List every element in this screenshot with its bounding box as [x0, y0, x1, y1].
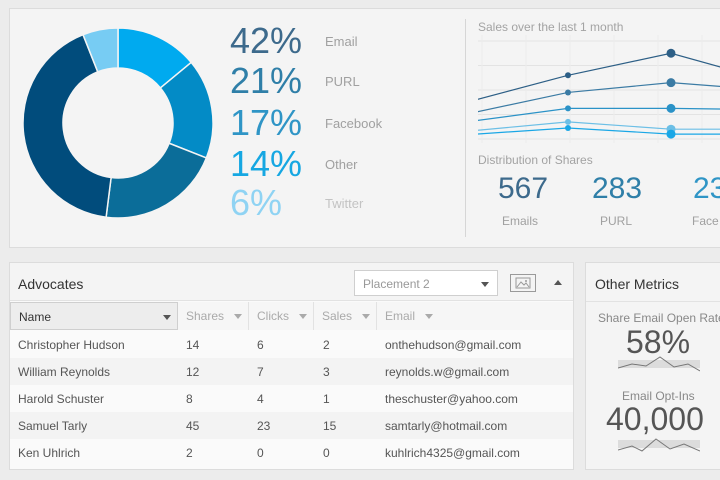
column-header-sales[interactable]: Sales — [314, 302, 377, 330]
cell-sales: 0 — [323, 446, 330, 460]
legend-percent: 6% — [230, 182, 283, 223]
cell-sales: 15 — [323, 419, 337, 433]
cell-sales: 1 — [323, 392, 330, 406]
distribution-title: Distribution of Shares — [478, 153, 593, 167]
column-header-clicks[interactable]: Clicks — [249, 302, 314, 330]
cell-email: theschuster@yahoo.com — [385, 392, 518, 406]
distribution-label: PURL — [600, 214, 633, 228]
table-row[interactable]: Samuel Tarly 45 23 15 samtarly@hotmail.c… — [10, 412, 573, 439]
series-line — [478, 52, 720, 100]
cell-name: Harold Schuster — [18, 392, 105, 406]
chevron-down-icon — [481, 282, 489, 287]
cell-shares: 2 — [186, 446, 193, 460]
column-header-label: Email — [385, 309, 416, 323]
table-row[interactable]: William Reynolds 12 7 3 reynolds.w@gmail… — [10, 358, 573, 385]
legend-percent: 21% — [230, 60, 303, 101]
chevron-down-icon — [234, 314, 242, 319]
cell-sales: 2 — [323, 338, 330, 352]
opt-ins-value: 40,000 — [606, 401, 704, 437]
cell-name: Ken Uhlrich — [18, 446, 81, 460]
cell-clicks: 4 — [257, 392, 264, 406]
series-line — [478, 82, 720, 113]
advocates-panel: Advocates Placement 2 Name Shares Clicks… — [9, 262, 574, 470]
sales-chart-title: Sales over the last 1 month — [478, 20, 624, 34]
cell-name: Christopher Hudson — [18, 338, 125, 352]
series-point[interactable] — [565, 124, 571, 131]
open-rate-value: 58% — [626, 324, 691, 360]
cell-clicks: 23 — [257, 419, 271, 433]
table-row[interactable]: Ken Uhlrich 2 0 0 kuhlrich4325@gmail.com — [10, 439, 573, 466]
panel-divider — [465, 19, 466, 237]
column-header-shares[interactable]: Shares — [178, 302, 249, 330]
advocates-header: Advocates Placement 2 — [10, 263, 573, 301]
column-header-email[interactable]: Email — [377, 302, 573, 330]
cell-shares: 12 — [186, 365, 200, 379]
column-header-label: Clicks — [257, 309, 289, 323]
cell-email: onthehudson@gmail.com — [385, 338, 522, 352]
image-icon — [515, 277, 531, 289]
other-metrics-title: Other Metrics — [595, 276, 680, 292]
cell-email: samtarly@hotmail.com — [385, 419, 508, 433]
series-point[interactable] — [565, 72, 571, 79]
divider — [586, 301, 720, 302]
series-point[interactable] — [666, 78, 676, 88]
series-point[interactable] — [666, 129, 676, 139]
collapse-icon[interactable] — [554, 280, 562, 285]
legend-label: Other — [325, 157, 358, 172]
donut-slice-purl — [105, 142, 208, 219]
chevron-down-icon — [163, 315, 171, 320]
cell-email: kuhlrich4325@gmail.com — [385, 446, 520, 460]
chevron-down-icon — [425, 314, 433, 319]
cell-name: William Reynolds — [18, 365, 111, 379]
cell-clicks: 6 — [257, 338, 264, 352]
legend-label: Email — [325, 34, 358, 49]
legend-percent: 42% — [230, 20, 303, 61]
distribution-value: 283 — [592, 172, 643, 205]
cell-sales: 3 — [323, 365, 330, 379]
distribution-value: 567 — [498, 172, 549, 205]
cell-name: Samuel Tarly — [18, 419, 88, 433]
other-metrics-panel: Other Metrics Share Email Open Rate 58% … — [585, 262, 720, 470]
column-header-label: Name — [19, 310, 52, 324]
distribution-label: Face — [692, 214, 719, 228]
shares-donut-chart — [22, 27, 214, 219]
distribution-value: 23 — [693, 172, 720, 205]
legend-percent: 17% — [230, 102, 303, 143]
series-point[interactable] — [666, 103, 676, 113]
distribution-label: Emails — [502, 214, 539, 228]
cell-shares: 14 — [186, 338, 200, 352]
cell-shares: 45 — [186, 419, 200, 433]
open-rate-label: Share Email Open Rate — [598, 311, 720, 325]
legend-label: Facebook — [325, 116, 383, 131]
chevron-down-icon — [362, 314, 370, 319]
opt-ins-sparkline — [618, 438, 700, 452]
cell-shares: 8 — [186, 392, 193, 406]
column-header-label: Sales — [322, 309, 353, 323]
advocates-title: Advocates — [18, 276, 84, 292]
legend-label: PURL — [325, 74, 360, 89]
legend-percent: 14% — [230, 143, 303, 184]
series-point[interactable] — [565, 89, 571, 96]
image-button[interactable] — [510, 274, 536, 292]
sales-line-chart — [478, 35, 720, 143]
cell-email: reynolds.w@gmail.com — [385, 365, 510, 379]
open-rate-sparkline — [618, 356, 700, 372]
table-row[interactable]: Harold Schuster 8 4 1 theschuster@yahoo.… — [10, 385, 573, 412]
series-point[interactable] — [565, 105, 571, 112]
series-point[interactable] — [666, 48, 676, 58]
placement-dropdown-value: Placement 2 — [363, 277, 430, 291]
cell-clicks: 0 — [257, 446, 264, 460]
table-row[interactable]: Christopher Hudson 14 6 2 onthehudson@gm… — [10, 331, 573, 358]
cell-clicks: 7 — [257, 365, 264, 379]
placement-dropdown[interactable]: Placement 2 — [354, 270, 498, 296]
series-point[interactable] — [565, 118, 571, 125]
series-line — [478, 121, 720, 131]
column-header-name[interactable]: Name — [10, 302, 178, 330]
legend-label: Twitter — [325, 196, 364, 211]
chevron-down-icon — [299, 314, 307, 319]
shares-overview-panel: 42% Email 21% PURL 17% Facebook 14% Othe… — [9, 8, 720, 248]
column-header-label: Shares — [186, 309, 225, 323]
